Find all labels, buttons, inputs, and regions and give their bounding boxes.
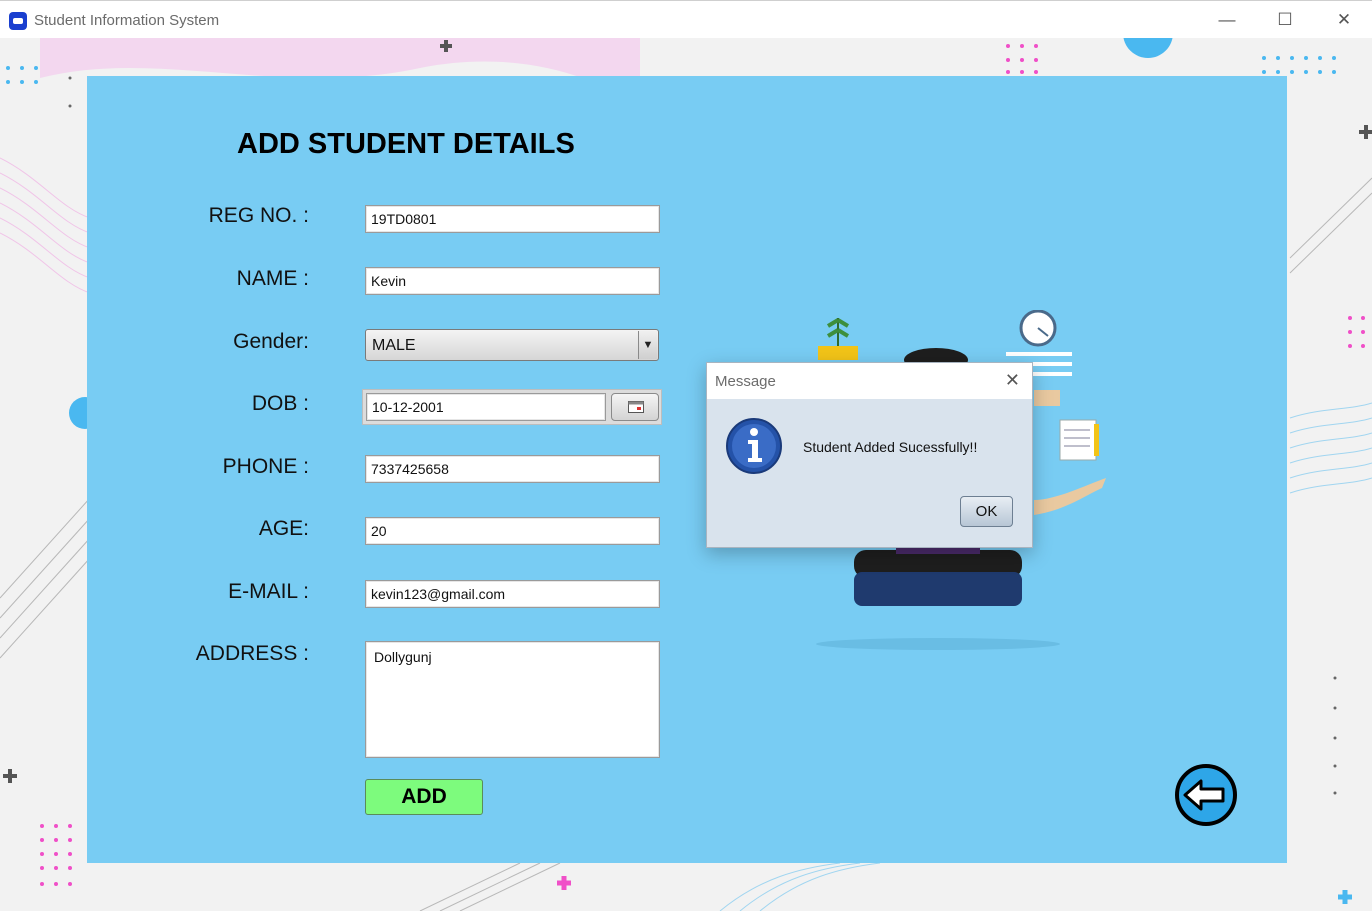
add-button[interactable]: ADD <box>365 779 483 815</box>
gender-label: Gender: <box>233 330 309 353</box>
app-icon <box>9 12 27 30</box>
close-button[interactable]: ✕ <box>1324 9 1364 33</box>
info-icon <box>726 418 782 474</box>
email-label: E-MAIL : <box>228 580 309 603</box>
minimize-button[interactable]: — <box>1207 9 1247 33</box>
name-field[interactable]: Kevin <box>365 267 660 295</box>
window-title: Student Information System <box>34 12 220 29</box>
address-field[interactable]: Dollygunj <box>365 641 660 758</box>
reg-no-field[interactable]: 19TD0801 <box>365 205 660 233</box>
dialog-close-button[interactable]: ✕ <box>1005 370 1020 391</box>
page-title: ADD STUDENT DETAILS <box>237 128 575 160</box>
phone-field[interactable]: 7337425658 <box>365 455 660 483</box>
dialog-title-bar: Message ✕ <box>707 363 1032 399</box>
dob-date-picker: 10-12-2001 <box>362 389 662 425</box>
name-label: NAME : <box>236 267 309 290</box>
age-label: AGE: <box>258 517 309 540</box>
message-dialog: Message ✕ Student Added Sucessfully!! OK <box>706 362 1033 548</box>
ok-button[interactable]: OK <box>960 496 1013 527</box>
age-field[interactable]: 20 <box>365 517 660 545</box>
reg-no-label: REG NO. : <box>208 204 309 227</box>
back-arrow-icon[interactable] <box>1175 764 1237 826</box>
dialog-message: Student Added Sucessfully!! <box>803 439 978 455</box>
email-field[interactable]: kevin123@gmail.com <box>365 580 660 608</box>
maximize-button[interactable]: ☐ <box>1265 9 1305 33</box>
dropdown-arrow-icon[interactable]: ▼ <box>638 331 657 359</box>
address-label: ADDRESS : <box>195 642 309 665</box>
calendar-icon <box>628 401 644 413</box>
gender-select[interactable]: MALE ▼ <box>365 329 659 361</box>
dob-label: DOB : <box>251 392 309 415</box>
gender-selected-value: MALE <box>372 337 416 354</box>
dob-field[interactable]: 10-12-2001 <box>366 393 606 421</box>
title-bar: Student Information System — ☐ ✕ <box>0 0 1372 38</box>
phone-label: PHONE : <box>222 455 309 478</box>
dialog-title: Message <box>715 373 776 390</box>
calendar-button[interactable] <box>611 393 659 421</box>
